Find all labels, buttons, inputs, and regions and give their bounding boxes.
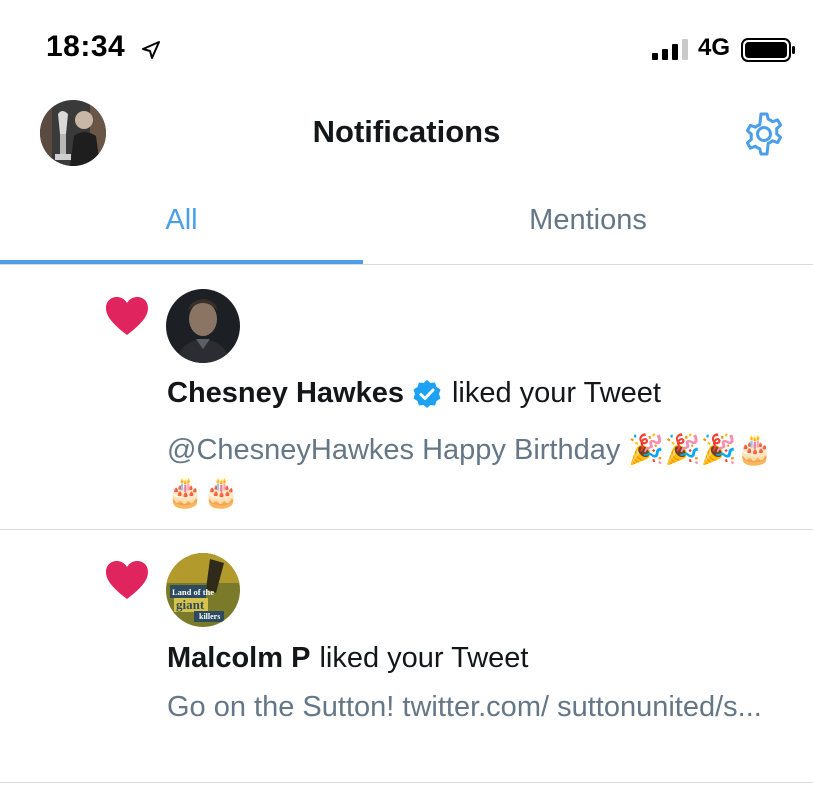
verified-badge-icon: [413, 379, 441, 408]
notification-item[interactable]: Chesney Hawkes liked your Tweet @Chesney…: [0, 265, 813, 530]
gear-icon[interactable]: [740, 110, 788, 158]
avatar-text-line3: killers: [199, 612, 220, 621]
active-tab-indicator: [0, 260, 363, 264]
tab-mentions[interactable]: Mentions: [363, 178, 813, 264]
status-time: 18:34: [46, 30, 126, 63]
tab-all[interactable]: All: [0, 178, 363, 264]
actor-avatar[interactable]: [166, 289, 240, 363]
notification-text: Malcolm P liked your Tweet: [167, 642, 528, 675]
page-title: Notifications: [312, 114, 501, 149]
notification-text: Chesney Hawkes liked your Tweet: [167, 377, 661, 410]
notification-item[interactable]: Land of the giant killers Malcolm P like…: [0, 530, 813, 783]
nav-header: Notifications: [0, 92, 813, 178]
avatar-text-line1: Land of the: [172, 587, 214, 597]
network-label: 4G: [698, 34, 731, 61]
actor-photo-icon: [166, 289, 240, 363]
location-arrow-icon: [142, 41, 160, 59]
tweet-preview[interactable]: @ChesneyHawkes Happy Birthday 🎉🎉🎉🎂🎂🎂: [167, 429, 787, 515]
action-text: liked your Tweet: [319, 642, 529, 674]
heart-icon: [106, 561, 148, 599]
action-text: liked your Tweet: [451, 377, 661, 409]
actor-name[interactable]: Malcolm P: [167, 642, 310, 675]
actor-name[interactable]: Chesney Hawkes: [167, 377, 404, 410]
status-bar: 18:34 4G: [0, 0, 813, 92]
signal-icon: [652, 39, 688, 60]
actor-photo-icon: Land of the giant killers: [166, 553, 240, 627]
avatar-text-line2: giant: [176, 597, 205, 612]
tab-bar: All Mentions: [0, 178, 813, 265]
heart-icon: [106, 297, 148, 335]
battery-icon: [741, 38, 795, 62]
actor-avatar[interactable]: Land of the giant killers: [166, 553, 240, 627]
tweet-preview[interactable]: Go on the Sutton! twitter.com/ suttonuni…: [167, 686, 787, 729]
